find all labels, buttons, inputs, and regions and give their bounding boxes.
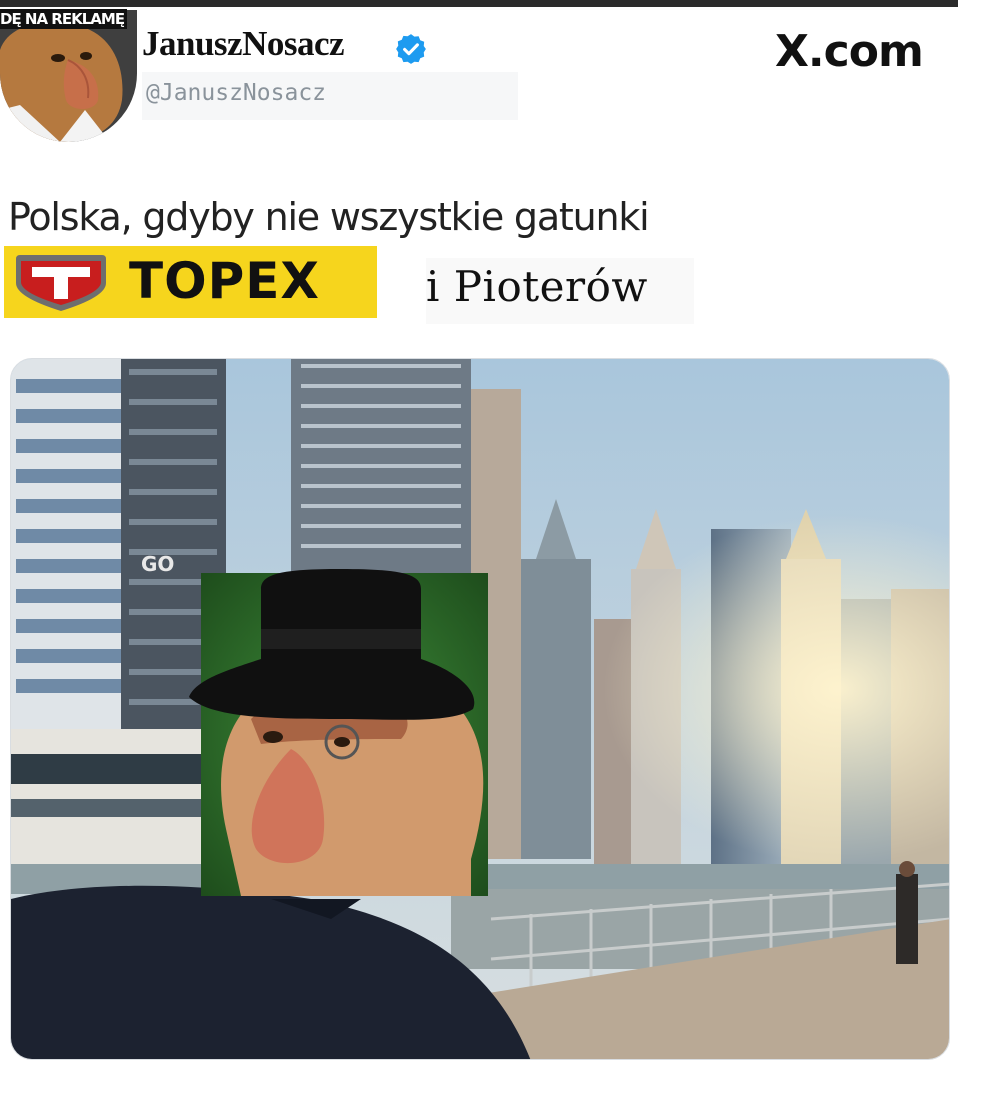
display-name[interactable]: JanuszNosacz xyxy=(142,24,345,64)
tweet-suffix-text: i Pioterów xyxy=(426,262,648,311)
top-hat-monkey-overlay xyxy=(189,569,488,896)
avatar-banner: DĘ NA REKLAMĘ xyxy=(0,9,127,29)
dubai-marina-photo: GO E xyxy=(11,359,949,1059)
user-handle[interactable]: @JanuszNosacz xyxy=(146,80,326,106)
avatar[interactable] xyxy=(0,10,137,142)
topex-t-icon xyxy=(16,255,106,311)
topex-wordmark: TOPEX xyxy=(129,252,320,310)
verified-badge-icon xyxy=(396,34,426,64)
x-logo-icon[interactable]: X.com xyxy=(775,26,924,77)
tweet-photo[interactable]: GO E xyxy=(10,358,950,1060)
topex-logo: TOPEX xyxy=(4,246,377,318)
top-border xyxy=(0,0,958,7)
tweet-text: Polska, gdyby nie wszystkie gatunki xyxy=(8,195,650,239)
proboscis-monkey-avatar-image xyxy=(0,10,137,142)
